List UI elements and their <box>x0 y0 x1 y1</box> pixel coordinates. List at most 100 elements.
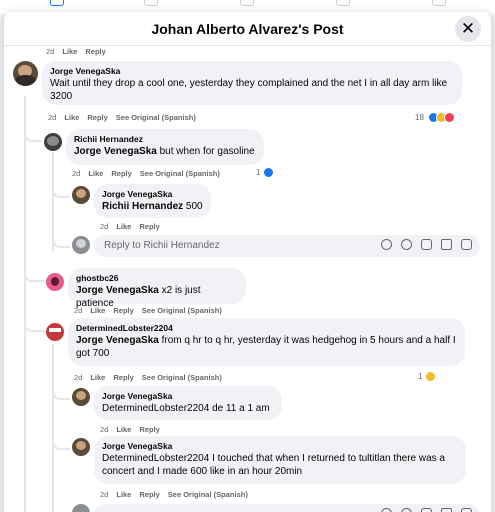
reaction-summary[interactable]: 1 <box>418 371 437 382</box>
comment-author[interactable]: Jorge VenegaSka <box>102 188 203 200</box>
like-link[interactable]: Like <box>116 425 131 434</box>
comment-text: Wait until they drop a cool one, yesterd… <box>50 78 448 102</box>
avatar[interactable] <box>72 438 90 456</box>
post-modal: Johan Alberto Alvarez's Post ✕ 2d Like Rep… <box>4 12 491 512</box>
mention-link[interactable]: Jorge VenegaSka <box>74 146 157 157</box>
reply-link[interactable]: Reply <box>139 222 159 231</box>
thread-connector <box>52 384 70 400</box>
mention-link[interactable]: Jorge VenegaSka <box>76 285 159 296</box>
gif-icon[interactable] <box>441 508 452 512</box>
avatar-sticker-icon[interactable] <box>381 239 392 250</box>
thread-connector <box>52 436 70 450</box>
comment-author[interactable]: Richii Hernandez <box>74 133 256 145</box>
comment-text: DeterminedLobster2204 de 11 a 1 am <box>102 403 270 414</box>
reply-link[interactable]: Reply <box>139 425 159 434</box>
reaction-count: 18 <box>415 113 424 122</box>
avatar[interactable] <box>72 186 90 204</box>
current-user-avatar[interactable] <box>72 236 90 254</box>
comment-text: 500 <box>183 201 203 212</box>
close-icon: ✕ <box>460 19 476 38</box>
comment-actions: 2d Like Reply See Original (Spanish) <box>100 490 248 499</box>
comment-author[interactable]: Jorge VenegaSka <box>102 390 274 402</box>
avatar[interactable] <box>46 323 64 341</box>
avatar-sticker-icon[interactable] <box>381 508 392 512</box>
comment-actions: 2d Like Reply See Original (Spanish) <box>74 306 222 315</box>
gaming-icon[interactable] <box>432 0 446 6</box>
mention-link[interactable]: Richii Hernandez <box>102 201 183 212</box>
emoji-icon[interactable] <box>401 239 412 250</box>
see-original-link[interactable]: See Original (Spanish) <box>140 169 220 178</box>
reply-link[interactable]: Reply <box>111 169 131 178</box>
thread-connector <box>52 234 70 248</box>
reaction-summary[interactable]: 18 <box>415 112 455 123</box>
reply-tools <box>381 239 472 250</box>
comment-bubble: Jorge VenegaSka Richii Hernandez 500 <box>94 184 211 218</box>
like-link[interactable]: Like <box>64 113 79 122</box>
reply-link[interactable]: Reply <box>139 490 159 499</box>
comment-actions: 2d Like Reply <box>100 222 160 231</box>
emoji-icon[interactable] <box>401 508 412 512</box>
comment-actions: 2d Like Reply <box>100 425 160 434</box>
like-link[interactable]: Like <box>62 47 77 56</box>
reaction-count: 1 <box>418 372 423 381</box>
close-button[interactable]: ✕ <box>455 16 481 42</box>
reply-tools <box>381 508 472 512</box>
see-original-link[interactable]: See Original (Spanish) <box>168 490 248 499</box>
comment-actions: 2d Like Reply See Original (Spanish) <box>74 373 222 382</box>
video-icon[interactable] <box>144 0 158 6</box>
current-user-avatar[interactable] <box>72 504 90 512</box>
like-reaction-icon <box>263 167 275 178</box>
like-link[interactable]: Like <box>116 490 131 499</box>
reply-placeholder: Reply to Richii Hernandez <box>104 240 220 251</box>
see-original-link[interactable]: See Original (Spanish) <box>142 373 222 382</box>
comment-author[interactable]: Jorge VenegaSka <box>50 65 454 77</box>
home-icon[interactable] <box>50 0 64 6</box>
camera-icon[interactable] <box>421 239 432 250</box>
thread-line <box>52 344 54 512</box>
thread-connector <box>24 124 42 142</box>
comment-actions: 2d Like Reply See Original (Spanish) <box>72 169 220 178</box>
avatar[interactable] <box>13 61 38 86</box>
modal-header: Johan Alberto Alvarez's Post ✕ <box>4 12 491 46</box>
sticker-icon[interactable] <box>461 239 472 250</box>
comment-bubble: ghostbc26 Jorge VenegaSka x2 is just pat… <box>68 268 246 309</box>
avatar[interactable] <box>72 388 90 406</box>
reaction-summary[interactable]: 1 <box>256 167 275 178</box>
reply-link[interactable]: Reply <box>85 47 105 56</box>
reply-input[interactable] <box>94 504 480 512</box>
comment-author[interactable]: Jorge VenegaSka <box>102 440 458 452</box>
marketplace-icon[interactable] <box>240 0 254 6</box>
camera-icon[interactable] <box>421 508 432 512</box>
comment-bubble: Richii Hernandez Jorge VenegaSka but whe… <box>66 129 264 165</box>
thread-connector <box>24 314 44 332</box>
thread-connector <box>52 182 70 198</box>
like-link[interactable]: Like <box>88 169 103 178</box>
mention-link[interactable]: Jorge VenegaSka <box>76 335 159 346</box>
like-link[interactable]: Like <box>90 373 105 382</box>
comment-bubble: Jorge VenegaSka DeterminedLobster2204 I … <box>94 436 466 484</box>
reply-input[interactable]: Reply to Richii Hernandez <box>94 235 480 257</box>
like-link[interactable]: Like <box>116 222 131 231</box>
avatar[interactable] <box>46 273 64 291</box>
comment-bubble: Jorge VenegaSka DeterminedLobster2204 de… <box>94 386 282 420</box>
see-original-link[interactable]: See Original (Spanish) <box>116 113 196 122</box>
comment-bubble: Jorge VenegaSka Wait until they drop a c… <box>42 61 462 105</box>
reply-link[interactable]: Reply <box>113 306 133 315</box>
comment-author[interactable]: ghostbc26 <box>76 272 238 284</box>
like-link[interactable]: Like <box>90 306 105 315</box>
see-original-link[interactable]: See Original (Spanish) <box>142 306 222 315</box>
comment-actions: 2d Like Reply See Original (Spanish) <box>48 113 196 122</box>
avatar[interactable] <box>44 133 62 151</box>
comment-author[interactable]: DeterminedLobster2204 <box>76 322 457 334</box>
thread-connector <box>24 264 44 282</box>
reaction-count: 1 <box>256 168 261 177</box>
thread-line <box>24 96 26 512</box>
haha-reaction-icon <box>425 371 437 382</box>
reply-link[interactable]: Reply <box>87 113 107 122</box>
gif-icon[interactable] <box>441 239 452 250</box>
comment-actions: 2d Like Reply <box>46 47 106 56</box>
sticker-icon[interactable] <box>461 508 472 512</box>
reply-link[interactable]: Reply <box>113 373 133 382</box>
comment-text: DeterminedLobster2204 I touched that whe… <box>102 453 445 477</box>
groups-icon[interactable] <box>336 0 350 6</box>
